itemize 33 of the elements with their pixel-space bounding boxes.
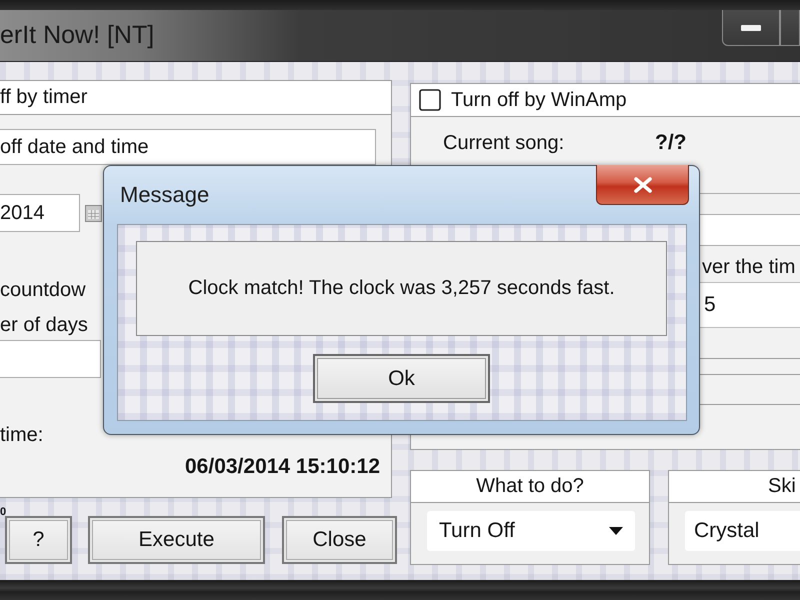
ok-button[interactable]: Ok	[313, 354, 490, 403]
song-value: ?/?	[655, 131, 686, 155]
close-icon	[632, 176, 652, 192]
group-title: Ski	[768, 475, 796, 498]
option-label[interactable]: countdow	[0, 279, 86, 301]
close-button[interactable]: Close	[282, 516, 397, 564]
input-field[interactable]	[0, 340, 101, 378]
group-title: What to do?	[411, 471, 649, 503]
help-button[interactable]: ?	[5, 516, 72, 564]
title-bar-button[interactable]	[780, 10, 800, 46]
dialog-title: Message	[120, 182, 210, 208]
date-field[interactable]: 2014	[0, 194, 80, 232]
minimize-button[interactable]	[722, 10, 780, 46]
skin-dropdown[interactable]: Crystal	[685, 511, 800, 551]
panel-title: ff by timer	[0, 86, 88, 109]
option-label[interactable]: off date and time	[0, 136, 149, 158]
checkbox[interactable]	[419, 89, 441, 111]
close-button[interactable]	[596, 165, 689, 205]
field-label: er of days	[0, 314, 88, 336]
caret-icon	[609, 527, 623, 535]
number-field[interactable]: 5	[700, 282, 800, 328]
field-label: time:	[0, 424, 44, 446]
calendar-icon[interactable]	[85, 204, 102, 222]
checkbox-label[interactable]: Turn off by WinAmp	[451, 88, 627, 112]
option-label[interactable]: ver the tim	[702, 256, 796, 278]
target-time: 06/03/2014 15:10:12	[185, 455, 380, 479]
minimize-icon	[741, 24, 761, 30]
window-title: erIt Now! [NT]	[0, 21, 154, 50]
message-text: Clock match! The clock was 3,257 seconds fast.	[136, 241, 667, 336]
execute-button[interactable]: Execute	[88, 516, 265, 564]
action-dropdown[interactable]: Turn Off	[427, 511, 635, 551]
counter-text: 0	[0, 506, 6, 518]
song-label: Current song:	[443, 132, 566, 154]
